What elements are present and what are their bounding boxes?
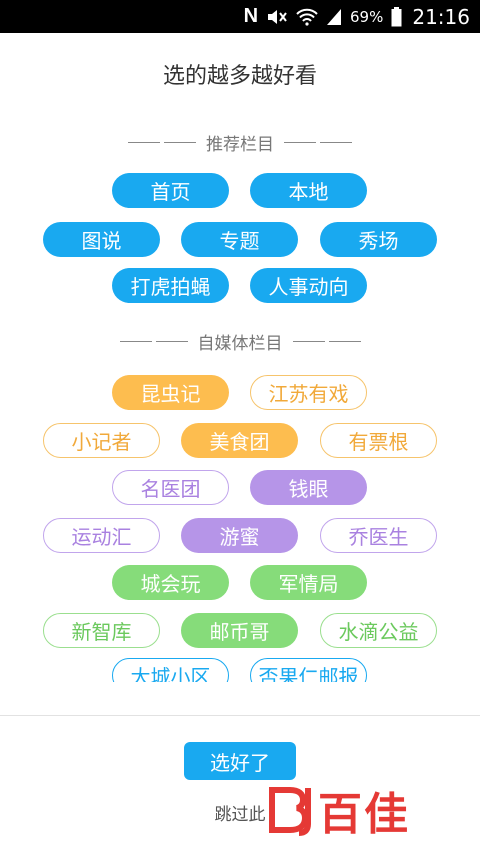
watermark-logo: 百佳 (268, 780, 410, 840)
channel-tag[interactable]: 图说 (43, 222, 160, 257)
heading-dash-left (128, 142, 160, 143)
channel-tag[interactable]: 运动汇 (43, 518, 160, 553)
mute-icon (266, 8, 288, 26)
channel-tag[interactable]: 专题 (181, 222, 298, 257)
channel-tag[interactable]: 江苏有戏 (250, 375, 367, 410)
heading-dash-right (284, 142, 316, 143)
channel-tag[interactable]: 水滴公益 (320, 613, 437, 648)
channel-tag[interactable]: 钱眼 (250, 470, 367, 505)
signal-icon (326, 8, 342, 26)
channel-tag[interactable]: 名医团 (112, 470, 229, 505)
battery-percent: 69% (350, 7, 384, 26)
network-n-icon: N (243, 5, 259, 27)
channel-tag[interactable]: 大城小区 (112, 658, 229, 682)
channel-tag[interactable]: 军情局 (250, 565, 367, 600)
section-label: 自媒体栏目 (197, 334, 283, 354)
channel-tag[interactable]: 人事动向 (250, 268, 367, 303)
channel-tag[interactable]: 否果仁邮报 (250, 658, 367, 682)
channel-tag[interactable]: 新智库 (43, 613, 160, 648)
channel-tag[interactable]: 打虎拍蝇 (112, 268, 229, 303)
watermark-bj-icon (269, 787, 311, 836)
clock: 21:16 (412, 4, 470, 29)
section-self-media-heading: 自媒体栏目 (0, 329, 480, 354)
status-bar: N 69% 21:16 (0, 0, 480, 33)
heading-dash-right-2 (320, 142, 352, 143)
heading-dash-right-2 (328, 341, 361, 342)
channel-tag[interactable]: 游蜜 (181, 518, 298, 553)
channel-list[interactable]: 推荐栏目 首页 本地 图说 专题 秀场 打虎拍蝇 人事动向 自媒体栏目 昆虫记 … (0, 100, 480, 682)
page-title: 选的越多越好看 (162, 64, 317, 89)
heading-dash-left (119, 341, 152, 342)
heading-dash-right (292, 341, 325, 342)
heading-dash-left-2 (164, 142, 196, 143)
channel-tag[interactable]: 小记者 (43, 423, 160, 458)
channel-tag[interactable]: 美食团 (181, 423, 298, 458)
footer-divider (0, 715, 480, 716)
channel-tag[interactable]: 邮币哥 (181, 613, 298, 648)
channel-tag[interactable]: 乔医生 (320, 518, 437, 553)
channel-tag[interactable]: 昆虫记 (112, 375, 229, 410)
section-recommended-heading: 推荐栏目 (0, 130, 480, 155)
channel-tag[interactable]: 城会玩 (112, 565, 229, 600)
watermark-text: 百佳 (318, 789, 410, 840)
battery-icon (391, 6, 402, 27)
wifi-icon (296, 8, 318, 26)
channel-tag[interactable]: 首页 (112, 173, 229, 208)
channel-tag[interactable]: 本地 (250, 173, 367, 208)
heading-dash-left-2 (155, 341, 188, 342)
channel-tag[interactable]: 有票根 (320, 423, 437, 458)
section-label: 推荐栏目 (206, 135, 274, 155)
done-button[interactable]: 选好了 (184, 742, 296, 780)
channel-tag[interactable]: 秀场 (320, 222, 437, 257)
